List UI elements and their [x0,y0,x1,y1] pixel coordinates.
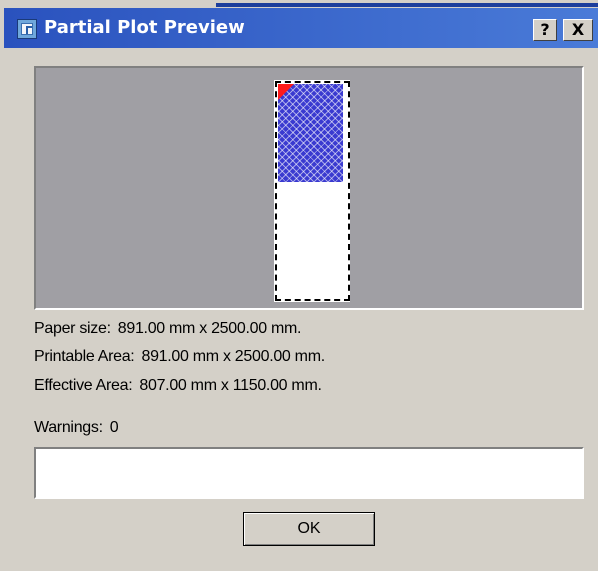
window-title: Partial Plot Preview [44,17,245,38]
paper-size-info: Paper size: 891.00 mm x 2500.00 mm. [34,320,301,338]
effective-area-value: 807.00 mm x 1150.00 mm. [139,377,322,394]
paper-size-value: 891.00 mm x 2500.00 mm. [117,320,302,337]
partial-plot-preview-dialog: Partial Plot Preview ? X Paper size: 891.… [0,0,598,571]
title-bar[interactable]: Partial Plot Preview ? X [4,8,598,48]
printable-area-info: Printable Area: 891.00 mm x 2500.00 mm. [34,348,325,366]
background-window-edge [0,0,598,8]
warnings-count: 0 [109,419,119,436]
ok-button[interactable]: OK [243,512,375,546]
effective-area-info: Effective Area: 807.00 mm x 1150.00 mm. [34,377,322,395]
app-icon[interactable] [17,19,37,39]
warnings-info: Warnings: 0 [34,419,119,437]
printable-area-label: Printable Area: [34,348,135,365]
paper-size-label: Paper size: [34,320,111,337]
printable-area-border [275,81,350,301]
printable-area-value: 891.00 mm x 2500.00 mm. [141,348,325,365]
warnings-label: Warnings: [34,419,103,436]
warnings-list[interactable] [34,447,584,499]
close-button[interactable]: X [563,19,593,41]
background-titlebar-edge [216,3,598,7]
effective-area-label: Effective Area: [34,377,133,394]
help-button[interactable]: ? [533,19,557,41]
